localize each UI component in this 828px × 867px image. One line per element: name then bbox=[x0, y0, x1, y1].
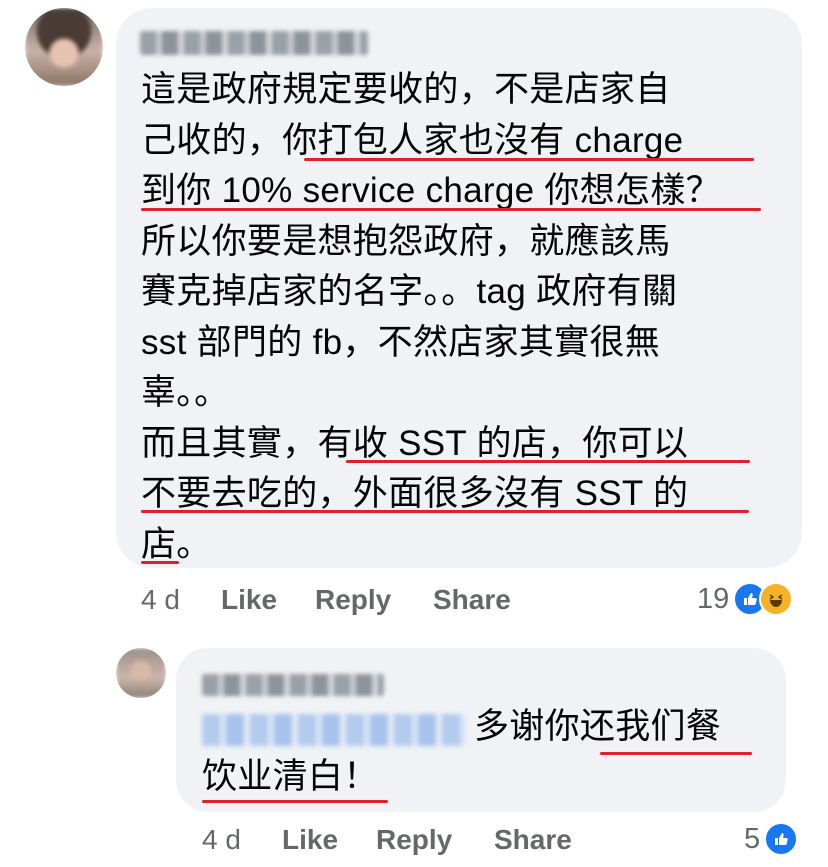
comment-line: 這是政府規定要收的，不是店家自 bbox=[141, 70, 671, 109]
haha-icon bbox=[759, 582, 794, 616]
reply-reactions[interactable]: 5 bbox=[744, 822, 799, 856]
red-underline bbox=[141, 561, 179, 564]
comment-line: 所以你要是想抱怨政府，就應該馬 bbox=[141, 221, 671, 261]
comment-line: 辜。。 bbox=[141, 373, 230, 412]
red-underline bbox=[304, 158, 754, 161]
reply-button[interactable]: Reply bbox=[376, 824, 452, 856]
red-underline bbox=[600, 752, 752, 755]
commenter-avatar[interactable] bbox=[25, 8, 103, 86]
share-button[interactable]: Share bbox=[433, 584, 511, 616]
reaction-count: 19 bbox=[697, 582, 730, 615]
like-button[interactable]: Like bbox=[221, 584, 277, 616]
reply-text-line: 多谢你还我们餐 bbox=[474, 707, 722, 746]
replier-avatar[interactable] bbox=[116, 648, 166, 698]
commenter-name-redacted[interactable] bbox=[140, 31, 368, 55]
reaction-count: 5 bbox=[744, 822, 761, 855]
like-icon bbox=[764, 822, 799, 856]
replier-name-redacted[interactable] bbox=[202, 674, 384, 696]
comment-reactions[interactable]: 19 bbox=[697, 582, 794, 616]
comment-line: sst 部門的 fb，不然店家其實很無 bbox=[141, 322, 661, 362]
comment-timestamp[interactable]: 4 d bbox=[141, 584, 180, 616]
mention-tag-redacted[interactable] bbox=[202, 714, 466, 746]
red-underline bbox=[141, 208, 761, 211]
red-underline bbox=[202, 800, 388, 803]
red-underline bbox=[346, 460, 750, 463]
reply-timestamp[interactable]: 4 d bbox=[202, 824, 241, 856]
reply-text-line: 饮业清白！ bbox=[202, 757, 379, 796]
comment-line: 賽克掉店家的名字。。tag 政府有關 bbox=[141, 272, 678, 311]
share-button[interactable]: Share bbox=[494, 824, 572, 856]
comment-line: 店。 bbox=[141, 524, 212, 564]
like-button[interactable]: Like bbox=[282, 824, 338, 856]
reply-button[interactable]: Reply bbox=[315, 584, 391, 616]
comment-text: 這是政府規定要收的，不是店家自 己收的，你打包人家也沒有 charge 到你 10%… bbox=[141, 65, 791, 570]
red-underline bbox=[141, 510, 749, 513]
